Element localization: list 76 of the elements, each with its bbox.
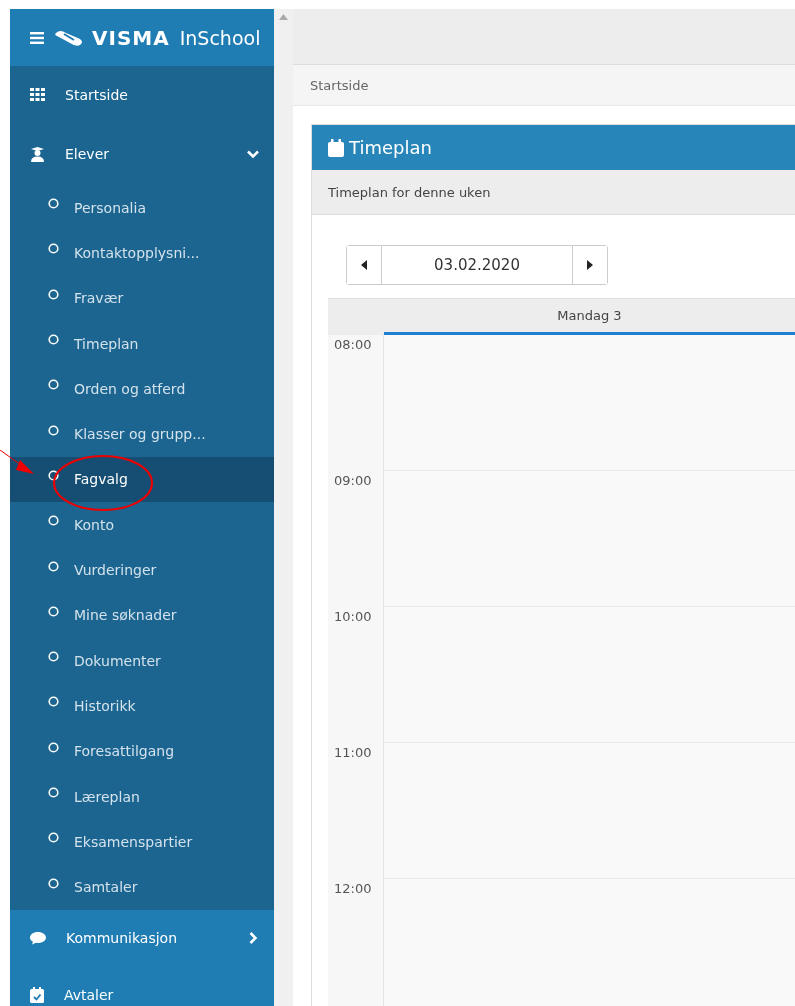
- submenu-label: Vurderinger: [74, 562, 157, 578]
- student-icon: [30, 146, 45, 162]
- submenu-label: Fagvalg: [74, 471, 128, 488]
- circle-icon: [48, 877, 59, 889]
- submenu-label: Fravær: [74, 290, 124, 307]
- circle-icon: [48, 832, 59, 844]
- scrollbar[interactable]: [274, 9, 293, 1006]
- scroll-up-icon[interactable]: [279, 14, 288, 20]
- time-slot[interactable]: [384, 335, 795, 471]
- circle-icon: [48, 334, 59, 346]
- circle-icon: [48, 243, 59, 255]
- submenu-label: Mine søknader: [74, 607, 177, 624]
- panel-subtitle: Timeplan for denne uken: [328, 184, 491, 200]
- nav-item[interactable]: Avtaler: [10, 966, 274, 1006]
- submenu-item[interactable]: Samtaler: [10, 864, 274, 910]
- submenu-item[interactable]: Konto: [10, 502, 274, 548]
- product-name: InSchool: [179, 26, 261, 49]
- circle-icon: [48, 515, 59, 527]
- calendar-check-icon: [30, 987, 44, 1004]
- submenu-item[interactable]: Historikk: [10, 683, 274, 729]
- submenu-item[interactable]: Fagvalg: [10, 456, 274, 503]
- submenu-label: Eksamenspartier: [74, 833, 193, 850]
- nav-label: Elever: [65, 146, 110, 162]
- circle-icon: [48, 787, 59, 798]
- hour-label: 10:00: [328, 607, 384, 743]
- hour-label: 09:00: [328, 471, 384, 607]
- grid-icon: [30, 88, 45, 101]
- circle-icon: [48, 424, 59, 436]
- nav-label: Avtaler: [64, 987, 115, 1004]
- submenu-label: Dokumenter: [74, 652, 161, 669]
- submenu-label: Klasser og grupp...: [74, 426, 206, 443]
- submenu-item[interactable]: Foresattilgang: [10, 728, 274, 774]
- submenu-item[interactable]: Klasser og grupp...: [10, 411, 274, 457]
- submenu-label: Timeplan: [74, 335, 139, 352]
- circle-icon: [48, 288, 59, 300]
- chat-icon: [30, 931, 46, 946]
- panel-title: Timeplan: [349, 137, 432, 158]
- circle-icon: [48, 198, 59, 210]
- hour-label: 08:00: [328, 335, 384, 471]
- circle-icon: [48, 469, 59, 481]
- submenu-label: Konto: [74, 516, 114, 533]
- submenu-label: Kontaktopplysni...: [74, 244, 200, 261]
- submenu-label: Læreplan: [74, 788, 140, 805]
- submenu-item[interactable]: Mine søknader: [10, 592, 274, 638]
- circle-icon: [48, 741, 59, 753]
- submenu-label: Historikk: [74, 697, 136, 714]
- submenu-item[interactable]: Eksamenspartier: [10, 819, 274, 865]
- hour-label: 11:00: [328, 743, 384, 879]
- calendar-icon: [328, 138, 344, 157]
- breadcrumb-link[interactable]: Startside: [310, 77, 369, 93]
- nav-label: Kommunikasjon: [66, 930, 179, 947]
- submenu-item[interactable]: Dokumenter: [10, 637, 274, 684]
- circle-icon: [48, 651, 59, 663]
- brand-name: VISMA: [92, 25, 170, 50]
- submenu-label: Samtaler: [74, 879, 138, 896]
- submenu-label: Foresattilgang: [74, 743, 175, 760]
- hour-label: 12:00: [328, 879, 384, 1006]
- caret-left-icon: [361, 260, 367, 270]
- submenu-item[interactable]: Læreplan: [10, 773, 274, 820]
- menu-icon[interactable]: [30, 31, 44, 44]
- nav-item[interactable]: Kommunikasjon: [10, 909, 274, 967]
- logo-icon: [54, 29, 84, 46]
- submenu-label: Personalia: [74, 199, 146, 216]
- circle-icon: [48, 560, 59, 572]
- submenu-item[interactable]: Kontaktopplysni...: [10, 230, 274, 276]
- caret-right-icon: [587, 260, 593, 270]
- submenu-item[interactable]: Timeplan: [10, 320, 274, 367]
- submenu-item[interactable]: Personalia: [10, 185, 274, 231]
- nav-label: Startside: [65, 86, 129, 103]
- circle-icon: [48, 605, 59, 617]
- submenu-item[interactable]: Vurderinger: [10, 547, 274, 593]
- circle-icon: [48, 379, 59, 391]
- submenu-label: Orden og atferd: [74, 380, 186, 397]
- submenu-item[interactable]: Fravær: [10, 275, 274, 321]
- circle-icon: [48, 696, 59, 708]
- submenu-item[interactable]: Orden og atferd: [10, 366, 274, 412]
